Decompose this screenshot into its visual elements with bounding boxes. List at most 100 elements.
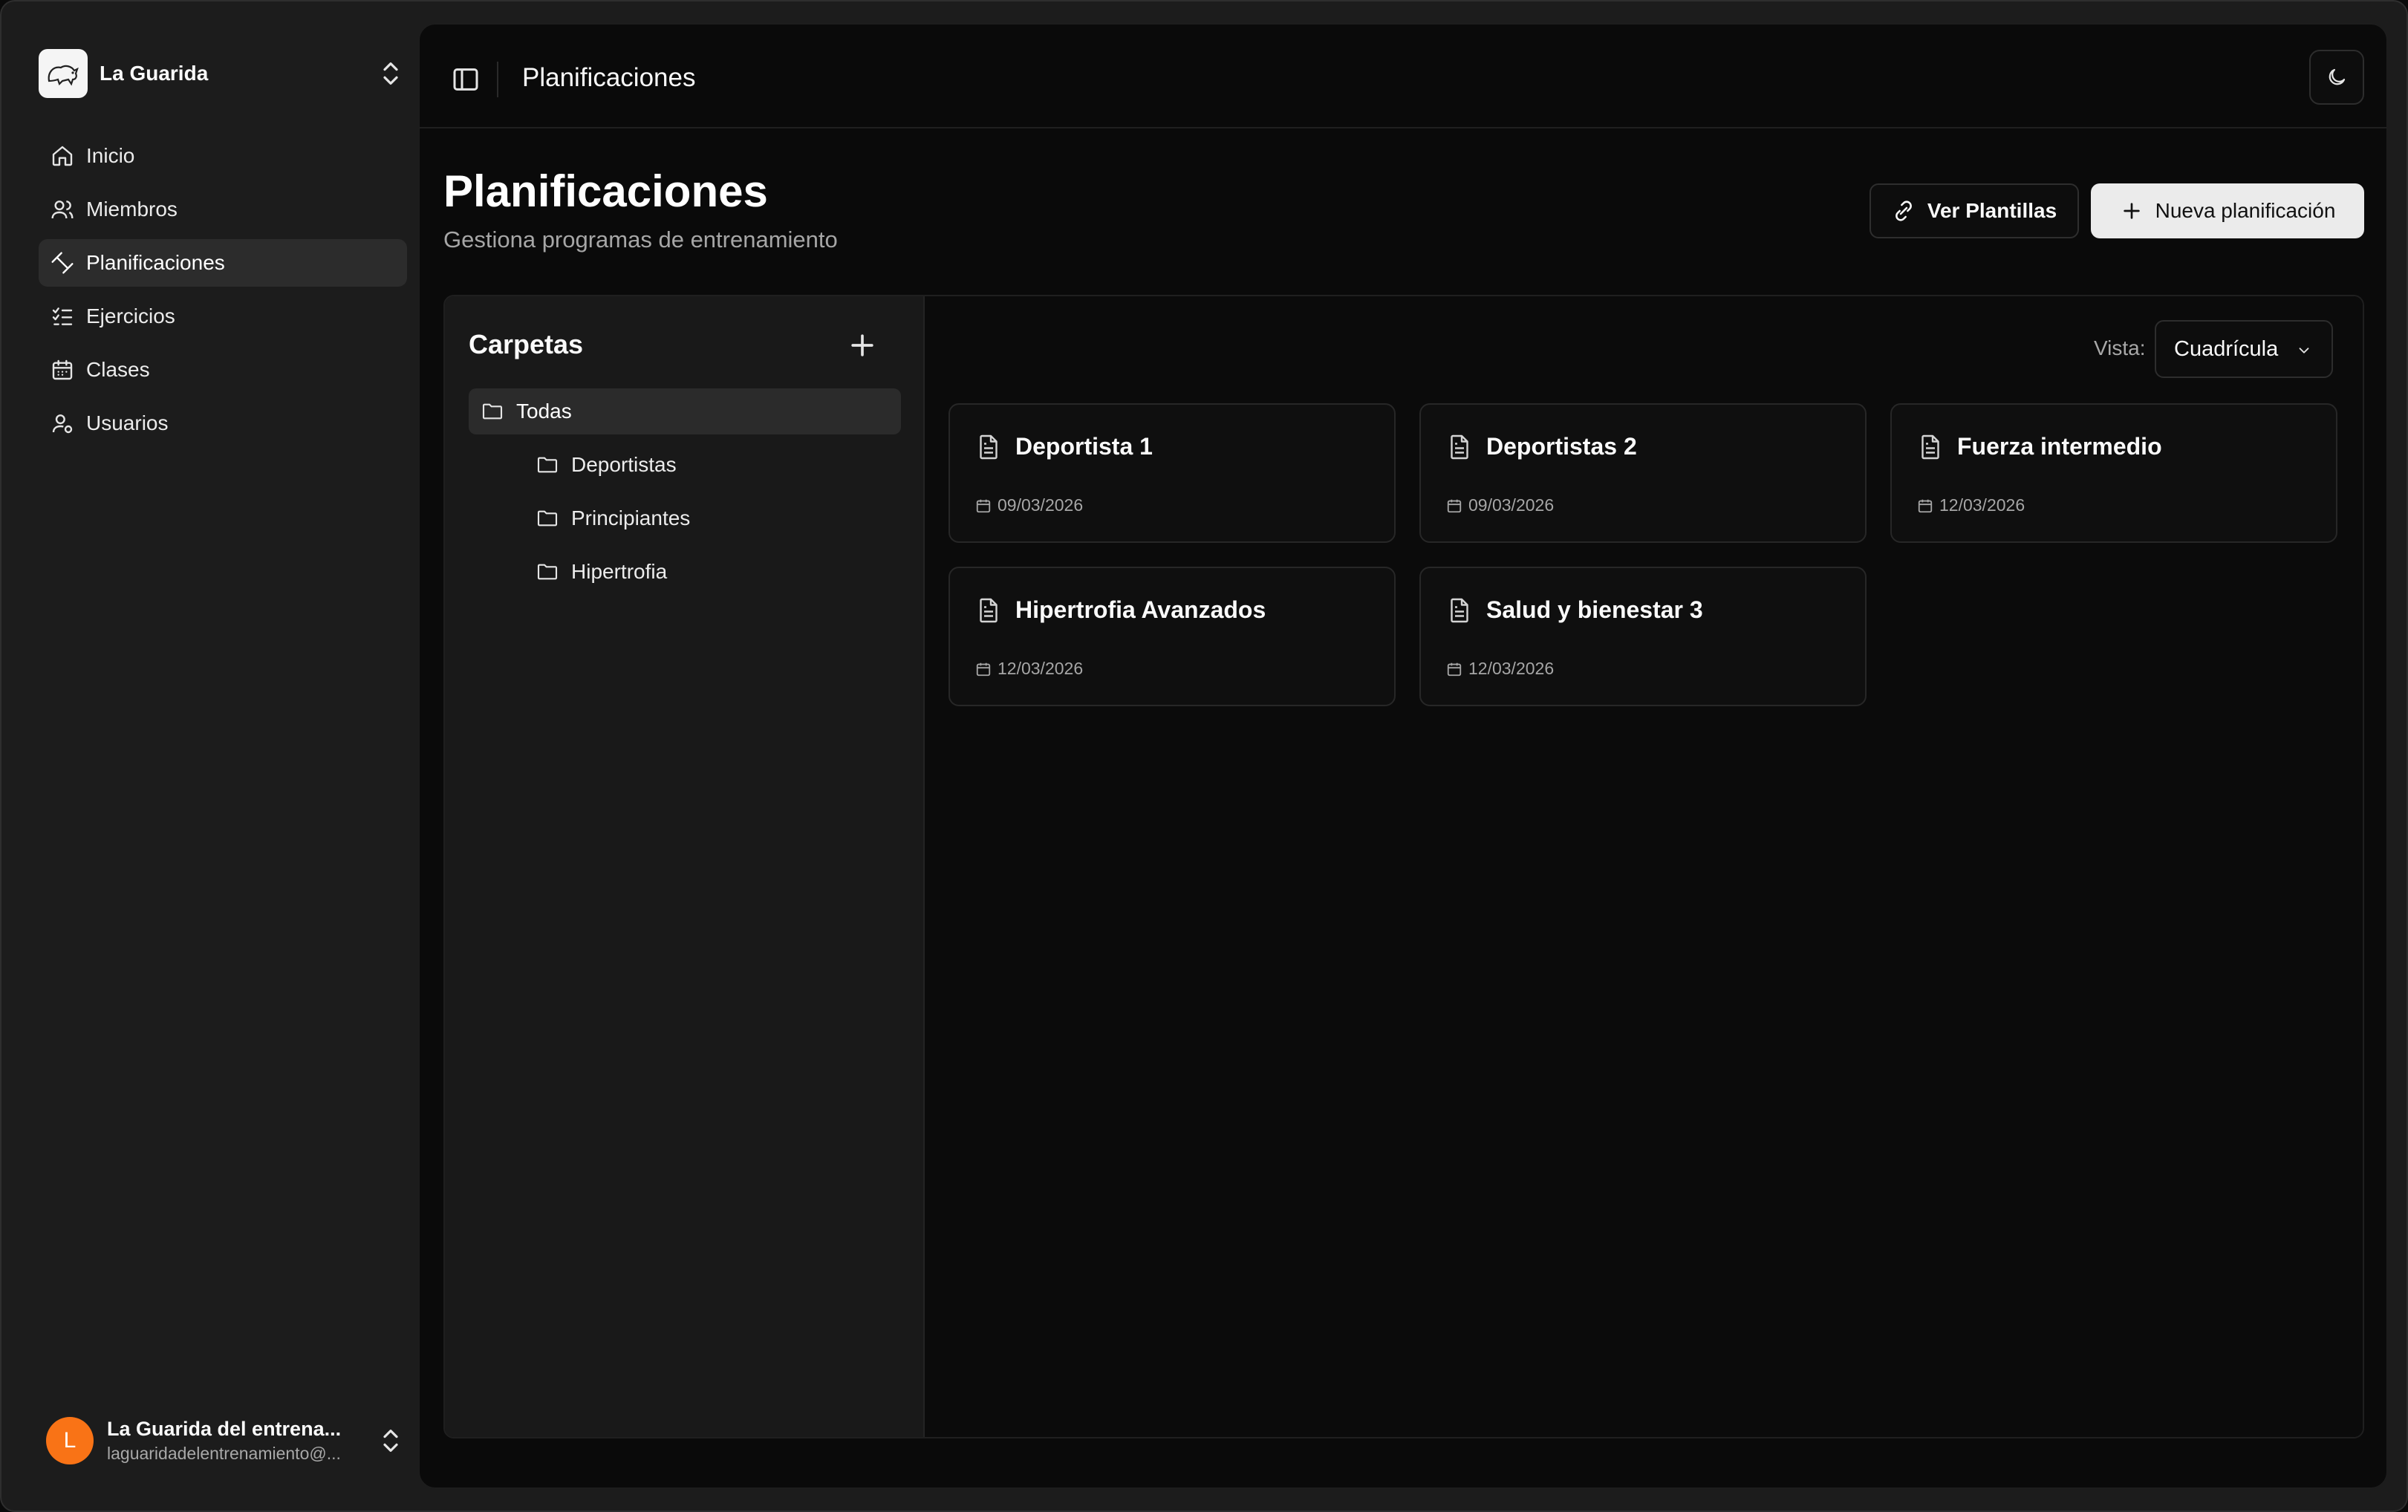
folder-icon — [482, 403, 503, 420]
chevron-down-icon — [2299, 348, 2309, 353]
sidebar-item-label: Planificaciones — [86, 251, 225, 274]
folder-label: Todas — [516, 400, 572, 423]
plan-title: Hipertrofia Avanzados — [1015, 596, 1266, 623]
sidebar-item-label: Ejercicios — [86, 304, 175, 328]
sidebar-toggle-icon[interactable] — [451, 65, 481, 94]
plan-title: Deportistas 2 — [1486, 433, 1637, 460]
folder-item-principiantes[interactable]: Principiantes — [469, 495, 901, 541]
plan-date: 12/03/2026 — [998, 659, 1084, 678]
plan-card[interactable]: Deportistas 2 09/03/2026 — [1419, 403, 1867, 543]
divider — [497, 62, 498, 97]
sidebar-item-label: Inicio — [86, 144, 135, 167]
sidebar-item-clases[interactable]: Clases — [39, 346, 407, 394]
folder-label: Deportistas — [571, 453, 677, 476]
file-text-icon — [980, 434, 998, 459]
calendar-icon — [976, 662, 991, 676]
calendar-icon — [52, 359, 73, 380]
plan-title: Salud y bienestar 3 — [1486, 596, 1703, 623]
topbar: Planificaciones — [420, 25, 2386, 128]
chevron-up-down-icon — [383, 1430, 398, 1452]
user-cog-icon — [52, 414, 73, 434]
view-select[interactable]: Cuadrícula — [2155, 320, 2333, 378]
user-info: La Guarida del entrena... laguaridadelen… — [107, 1418, 379, 1464]
breadcrumb: Planificaciones — [522, 63, 696, 92]
folder-label: Hipertrofia — [571, 560, 668, 583]
users-icon — [51, 201, 74, 219]
workspace-logo-icon — [39, 49, 88, 98]
plan-date: 09/03/2026 — [1468, 495, 1555, 515]
sidebar-item-miembros[interactable]: Miembros — [39, 186, 407, 233]
folder-icon — [537, 564, 558, 580]
file-text-icon — [1451, 434, 1468, 459]
copy-link-icon — [1895, 201, 1912, 221]
plan-title-row: Fuerza intermedio — [1917, 433, 2162, 460]
plan-title: Fuerza intermedio — [1957, 433, 2162, 460]
plan-title-row: Hipertrofia Avanzados — [975, 596, 1266, 624]
folder-icon — [537, 510, 558, 527]
calendar-icon — [1447, 499, 1462, 512]
plan-title: Deportista 1 — [1015, 433, 1153, 460]
sidebar-item-label: Clases — [86, 358, 150, 381]
file-text-icon — [980, 598, 998, 622]
new-plan-label: Nueva planificación — [2155, 199, 2336, 222]
sidebar-item-ejercicios[interactable]: Ejercicios — [39, 293, 407, 340]
page-title: Planificaciones — [443, 166, 768, 216]
workspace-name: La Guarida — [100, 62, 209, 85]
plans-container: Carpetas Todas Deportistas Principiantes… — [443, 295, 2364, 1438]
folder-label: Principiantes — [571, 506, 691, 529]
folder-icon — [537, 457, 558, 473]
user-email: laguaridadelentrenamiento@... — [107, 1444, 341, 1463]
plan-card[interactable]: Deportista 1 09/03/2026 — [948, 403, 1396, 543]
plan-date-row: 12/03/2026 — [1917, 495, 2025, 515]
moon-icon — [2329, 68, 2346, 85]
page-subtitle: Gestiona programas de entrenamiento — [443, 227, 838, 252]
plan-date: 09/03/2026 — [998, 495, 1084, 515]
view-select-value: Cuadrícula — [2174, 336, 2279, 361]
view-templates-button[interactable]: Ver Plantillas — [1870, 183, 2079, 238]
folders-title: Carpetas — [469, 329, 584, 359]
plan-title-row: Salud y bienestar 3 — [1446, 596, 1703, 624]
plan-date-row: 12/03/2026 — [975, 659, 1083, 679]
home-icon — [52, 146, 73, 166]
plan-card[interactable]: Fuerza intermedio 12/03/2026 — [1890, 403, 2337, 543]
main-panel: Planificaciones Planificaciones Gestiona… — [419, 24, 2387, 1488]
new-plan-button[interactable]: Nueva planificación — [2091, 183, 2364, 238]
dumbbell-icon — [51, 252, 74, 274]
user-name: La Guarida del entrena... — [107, 1418, 342, 1440]
avatar: L — [46, 1417, 94, 1464]
app-window: La Guarida Inicio Miembros Planificacion… — [0, 0, 2408, 1512]
file-text-icon — [1451, 598, 1468, 622]
sidebar-nav: Inicio Miembros Planificaciones Ejercici… — [39, 132, 407, 453]
plan-title-row: Deportistas 2 — [1446, 433, 1637, 460]
plus-icon — [2123, 203, 2140, 219]
plan-card[interactable]: Hipertrofia Avanzados 12/03/2026 — [948, 567, 1396, 706]
list-checks-icon — [52, 307, 73, 325]
plan-date-row: 12/03/2026 — [1446, 659, 1554, 679]
plan-date: 12/03/2026 — [1939, 495, 2025, 515]
plan-date: 12/03/2026 — [1468, 659, 1555, 678]
theme-toggle-button[interactable] — [2309, 50, 2364, 105]
folder-item-hipertrofia[interactable]: Hipertrofia — [469, 549, 901, 595]
workspace-switcher[interactable]: La Guarida — [39, 48, 403, 100]
calendar-icon — [1918, 499, 1933, 512]
plan-title-row: Deportista 1 — [975, 433, 1153, 460]
file-text-icon — [1921, 434, 1939, 459]
sidebar-item-planificaciones[interactable]: Planificaciones — [39, 239, 407, 287]
chevron-up-down-icon — [383, 62, 398, 85]
add-folder-icon[interactable] — [846, 329, 879, 362]
folder-item-deportistas[interactable]: Deportistas — [469, 442, 901, 488]
plans-grid: Vista: Cuadrícula Deportista 1 09/03/202… — [925, 296, 2363, 1437]
view-templates-label: Ver Plantillas — [1927, 199, 2057, 222]
folder-item-todas[interactable]: Todas — [469, 388, 901, 434]
user-menu[interactable]: L La Guarida del entrena... laguaridadel… — [46, 1412, 403, 1469]
sidebar-item-label: Usuarios — [86, 411, 169, 434]
calendar-icon — [976, 499, 991, 512]
sidebar-item-inicio[interactable]: Inicio — [39, 132, 407, 180]
sidebar-item-usuarios[interactable]: Usuarios — [39, 400, 407, 447]
sidebar-item-label: Miembros — [86, 198, 178, 221]
folders-panel: Carpetas Todas Deportistas Principiantes… — [445, 296, 925, 1437]
plan-date-row: 09/03/2026 — [975, 495, 1083, 515]
plan-card[interactable]: Salud y bienestar 3 12/03/2026 — [1419, 567, 1867, 706]
plan-date-row: 09/03/2026 — [1446, 495, 1554, 515]
calendar-icon — [1447, 662, 1462, 676]
